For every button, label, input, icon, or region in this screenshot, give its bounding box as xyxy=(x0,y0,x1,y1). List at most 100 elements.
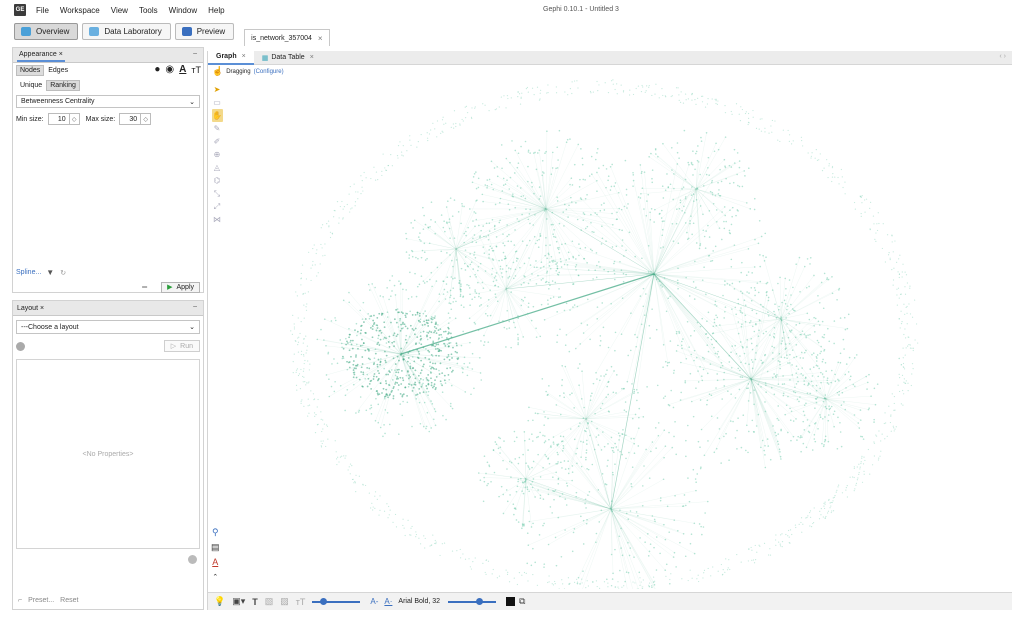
edge-weight-slider[interactable] xyxy=(312,597,361,605)
zoom-icon[interactable]: ⚲ xyxy=(212,525,219,540)
menu-file[interactable]: File xyxy=(36,6,49,15)
run-label: Run xyxy=(180,342,193,350)
tab-data-table-label: Data Table xyxy=(271,54,305,61)
select-arrow-icon[interactable]: ➤ xyxy=(214,83,221,96)
network-graph xyxy=(290,79,919,589)
label-size-slider[interactable] xyxy=(448,597,497,605)
close-icon[interactable]: × xyxy=(318,34,323,43)
close-icon[interactable]: × xyxy=(242,53,246,60)
tab-graph-label: Graph xyxy=(216,53,237,60)
details-icon[interactable]: ═ xyxy=(142,284,147,291)
menu-workspace[interactable]: Workspace xyxy=(60,6,100,15)
unique-tab[interactable]: Unique xyxy=(16,80,46,91)
appearance-title: Appearance xyxy=(19,50,57,58)
min-size-value[interactable]: 10 xyxy=(49,116,69,123)
play-icon: ▷ xyxy=(170,343,177,350)
graph-canvas[interactable] xyxy=(226,79,1006,589)
menu-view[interactable]: View xyxy=(111,6,128,15)
max-size-stepper[interactable]: 30 ◇ xyxy=(119,113,152,125)
edges-toggle[interactable]: Edges xyxy=(44,65,72,76)
funnel-icon[interactable]: ▼ xyxy=(46,268,54,277)
node-pencil-icon[interactable]: ⤢ xyxy=(214,200,220,213)
max-size-label: Max size: xyxy=(85,115,116,123)
workspace-tab-label: is_network_357004 xyxy=(251,34,312,42)
node-labels-icon[interactable]: ▧ xyxy=(265,596,274,607)
gephi-logo-icon: GE xyxy=(14,4,26,16)
label-color-icon[interactable]: A xyxy=(212,555,218,570)
minimize-icon[interactable]: – xyxy=(193,303,197,310)
tab-graph[interactable]: Graph × xyxy=(208,50,254,65)
spin-icon[interactable]: ◇ xyxy=(68,114,79,124)
label-size-icon[interactable]: ᴛT xyxy=(296,597,306,607)
edit-icon[interactable]: ⤡ xyxy=(214,187,220,200)
preset-button[interactable]: Preset... xyxy=(28,597,54,604)
unique-ranking-row: Unique Ranking xyxy=(13,78,203,93)
rectangle-select-icon[interactable]: ▭ xyxy=(213,96,221,109)
tab-scroll-arrows[interactable]: ‹ › xyxy=(999,53,1006,60)
graph-tools-toolbar: ➤ ▭ ✋ ✎ ✐ ⊕ ◬ ⌬ ⤡ ⤢ ⋈ xyxy=(210,83,224,226)
label-size-icon[interactable]: ᴛT xyxy=(191,65,201,75)
size-tool-icon[interactable]: ⊕ xyxy=(214,148,221,161)
spline-link[interactable]: Spline... xyxy=(16,269,41,276)
brush-icon[interactable]: ✐ xyxy=(214,135,221,148)
pencil-icon[interactable]: ✎ xyxy=(214,122,221,135)
appearance-header: Appearance × – xyxy=(13,48,203,63)
globe-icon xyxy=(21,27,31,36)
nodes-toggle[interactable]: Nodes xyxy=(16,65,45,76)
color-swatch[interactable] xyxy=(506,597,516,606)
apply-label: Apply xyxy=(176,283,194,291)
preview-button[interactable]: Preview xyxy=(174,23,235,40)
apply-row: ═ ▶ Apply xyxy=(13,281,203,293)
collapse-icon[interactable]: ⌃ xyxy=(212,570,218,585)
shortest-path-icon[interactable]: ⌬ xyxy=(214,174,221,187)
left-column: Appearance × – Nodes Edges ● ◉ A ᴛT Uniq… xyxy=(12,47,204,610)
color-palette-icon[interactable]: ● xyxy=(154,64,160,75)
tab-data-table[interactable]: ▦ Data Table × xyxy=(254,51,322,65)
no-properties-text: <No Properties> xyxy=(82,450,134,458)
overview-button[interactable]: Overview xyxy=(14,23,79,40)
close-icon[interactable]: × xyxy=(310,54,314,61)
layout-select[interactable]: ---Choose a layout ⌄ xyxy=(16,320,200,334)
min-size-label: Min size: xyxy=(16,115,44,123)
screenshot-icon[interactable]: ▤ xyxy=(211,540,220,555)
reset-button[interactable]: Reset xyxy=(60,597,78,604)
font-decrease-icon[interactable]: A- xyxy=(370,597,378,606)
menu-window[interactable]: Window xyxy=(169,6,197,15)
edge-pencil-icon[interactable]: ⋈ xyxy=(213,213,221,226)
monitor-icon xyxy=(181,27,192,36)
lightbulb-icon[interactable]: 💡 xyxy=(214,596,225,607)
menu-help[interactable]: Help xyxy=(208,6,224,15)
background-color-icon[interactable]: ▣▾ xyxy=(232,596,245,607)
spin-icon[interactable]: ◇ xyxy=(140,114,150,124)
font-label[interactable]: Arial Bold, 32 xyxy=(398,598,440,605)
apply-button[interactable]: ▶ Apply xyxy=(161,281,200,293)
minimize-icon[interactable]: – xyxy=(193,50,197,57)
max-size-value[interactable]: 30 xyxy=(120,116,140,123)
configure-link[interactable]: (Configure) xyxy=(254,69,284,75)
overview-label: Overview xyxy=(36,27,70,36)
tool-status-row: ☝ Dragging (Configure) xyxy=(208,65,1012,78)
layout-title: Layout xyxy=(17,304,39,312)
help-icon[interactable] xyxy=(188,555,197,564)
menu-tools[interactable]: Tools xyxy=(139,6,158,15)
appearance-tab[interactable]: Appearance × xyxy=(17,49,65,62)
info-icon[interactable] xyxy=(16,341,25,351)
layout-panel: Layout × – ---Choose a layout ⌄ ▷ Run <N… xyxy=(12,300,204,610)
font-color-icon[interactable]: A· xyxy=(384,597,392,606)
text-icon[interactable]: T xyxy=(252,597,258,607)
data-laboratory-button[interactable]: Data Laboratory xyxy=(82,23,171,40)
auto-apply-icon[interactable]: ↻ xyxy=(60,269,66,277)
min-size-stepper[interactable]: 10 ◇ xyxy=(47,113,80,125)
ranking-attribute-select[interactable]: Betweenness Centrality ⌄ xyxy=(16,95,200,108)
more-settings-icon[interactable]: ⧉ xyxy=(519,596,525,607)
chevron-down-icon: ⌄ xyxy=(189,98,195,106)
size-icon[interactable]: ◉ xyxy=(165,64,174,75)
heat-icon[interactable]: ◬ xyxy=(214,161,220,174)
drag-tool-icon[interactable]: ✋ xyxy=(211,109,223,122)
label-color-icon[interactable]: A xyxy=(179,64,186,75)
layout-tab[interactable]: Layout × xyxy=(17,305,44,312)
edge-labels-icon[interactable]: ▨ xyxy=(280,596,289,607)
ranking-tab[interactable]: Ranking xyxy=(46,80,80,91)
workspace-tab[interactable]: is_network_357004 × xyxy=(244,29,330,46)
run-button[interactable]: ▷ Run xyxy=(163,340,200,352)
